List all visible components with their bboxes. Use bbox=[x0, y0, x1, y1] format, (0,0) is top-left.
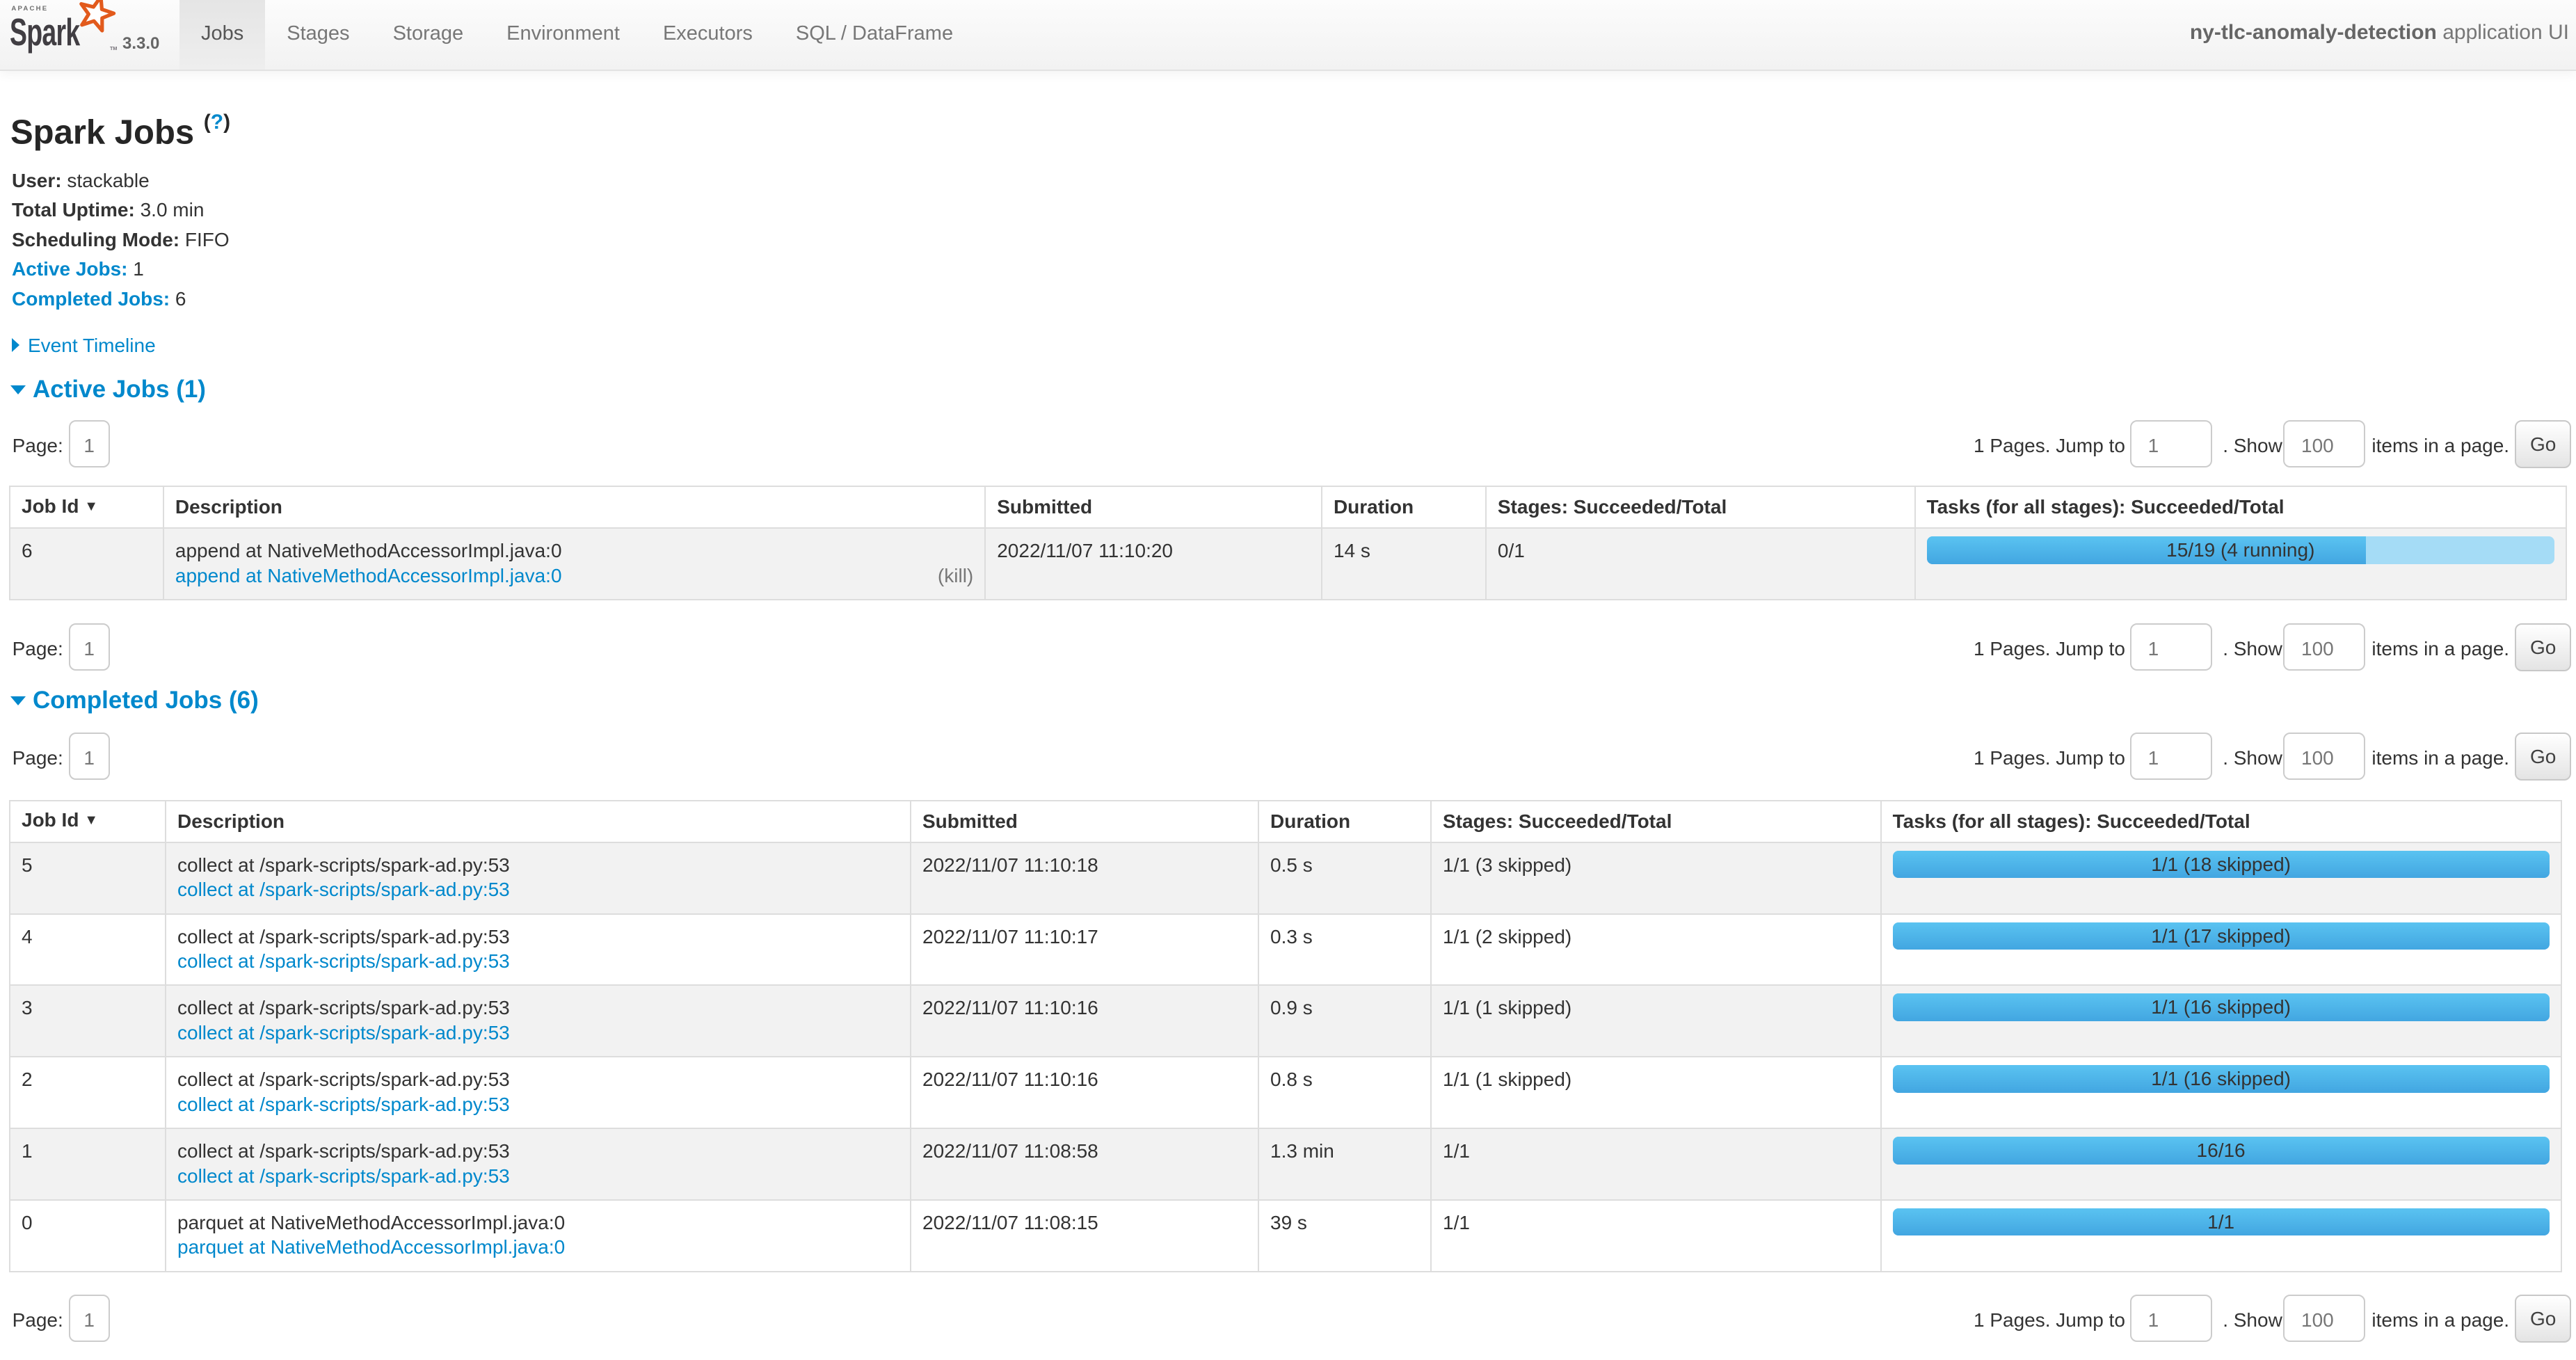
svg-text:TM: TM bbox=[110, 45, 117, 51]
svg-text:Spark: Spark bbox=[10, 10, 81, 54]
